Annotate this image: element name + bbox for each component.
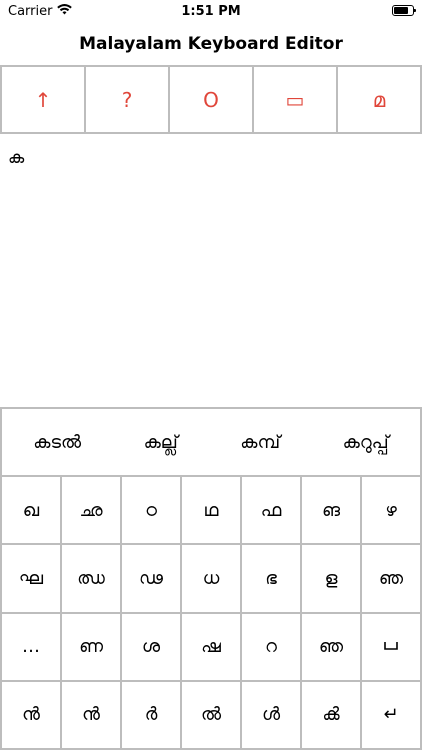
key[interactable]: ൿ	[302, 681, 362, 750]
key[interactable]: ഥ	[182, 477, 242, 546]
text-editor[interactable]: ക	[0, 134, 422, 406]
key[interactable]: ഠ	[122, 477, 182, 546]
more-keys-button[interactable]: …	[2, 613, 62, 682]
circle-icon: O	[203, 87, 219, 112]
help-button[interactable]: ?	[84, 67, 168, 132]
suggestion-item[interactable]: കല്ല്	[136, 426, 186, 459]
key[interactable]: ഞ	[362, 545, 422, 614]
key[interactable]: ഭ	[242, 545, 302, 614]
key[interactable]: ഞ	[302, 613, 362, 682]
key[interactable]: ള	[302, 545, 362, 614]
suggestion-item[interactable]: കറുപ്പ്	[335, 426, 397, 459]
shift-up-arrow-button[interactable]: ↑	[0, 67, 84, 132]
key[interactable]: ൻ	[62, 681, 122, 750]
status-time: 1:51 PM	[181, 4, 241, 19]
key[interactable]: ഢ	[122, 545, 182, 614]
key[interactable]: ങ	[302, 477, 362, 546]
space-key[interactable]	[362, 613, 422, 682]
key[interactable]: ൽ	[182, 681, 242, 750]
key[interactable]: ഖ	[2, 477, 62, 546]
return-key[interactable]: ↵	[362, 681, 422, 750]
key[interactable]: ശ	[122, 613, 182, 682]
space-icon	[383, 636, 399, 657]
key[interactable]: ഴ	[362, 477, 422, 546]
key[interactable]: ണ	[62, 613, 122, 682]
suggestion-item[interactable]: കടൽ	[25, 426, 89, 459]
page-title: Malayalam Keyboard Editor	[79, 34, 343, 54]
rounded-rect-button[interactable]: ▭	[252, 67, 336, 132]
arrow-up-icon: ↑	[34, 87, 52, 112]
suggestion-item[interactable]: കമ്പ്	[232, 426, 288, 459]
editor-text: ക	[8, 148, 25, 168]
key[interactable]: ഝ	[62, 545, 122, 614]
key[interactable]: ൻ	[2, 681, 62, 750]
status-bar: Carrier 1:51 PM	[0, 0, 422, 24]
question-mark-icon: ?	[121, 87, 133, 112]
key[interactable]: ഘ	[2, 545, 62, 614]
key[interactable]: ഫ	[242, 477, 302, 546]
rounded-rect-icon: ▭	[285, 87, 305, 112]
toolbar: ↑ ? O ▭ മ	[0, 65, 422, 134]
key[interactable]: ഷ	[182, 613, 242, 682]
suggestion-bar: കടൽ കല്ല് കമ്പ് കറുപ്പ്	[0, 407, 422, 475]
malayalam-ma-icon: മ	[372, 87, 386, 112]
circle-button[interactable]: O	[168, 67, 252, 132]
key[interactable]: ഛ	[62, 477, 122, 546]
key[interactable]: ധ	[182, 545, 242, 614]
key[interactable]: ൾ	[242, 681, 302, 750]
malayalam-ma-button[interactable]: മ	[336, 67, 422, 132]
key[interactable]: ർ	[122, 681, 182, 750]
battery-icon	[392, 5, 416, 16]
keyboard: ഖ ഛ ഠ ഥ ഫ ങ ഴ ഘ ഝ ഢ ധ ഭ ള ഞ … ണ ശ ഷ റ ഞ …	[0, 475, 422, 750]
key[interactable]: റ	[242, 613, 302, 682]
